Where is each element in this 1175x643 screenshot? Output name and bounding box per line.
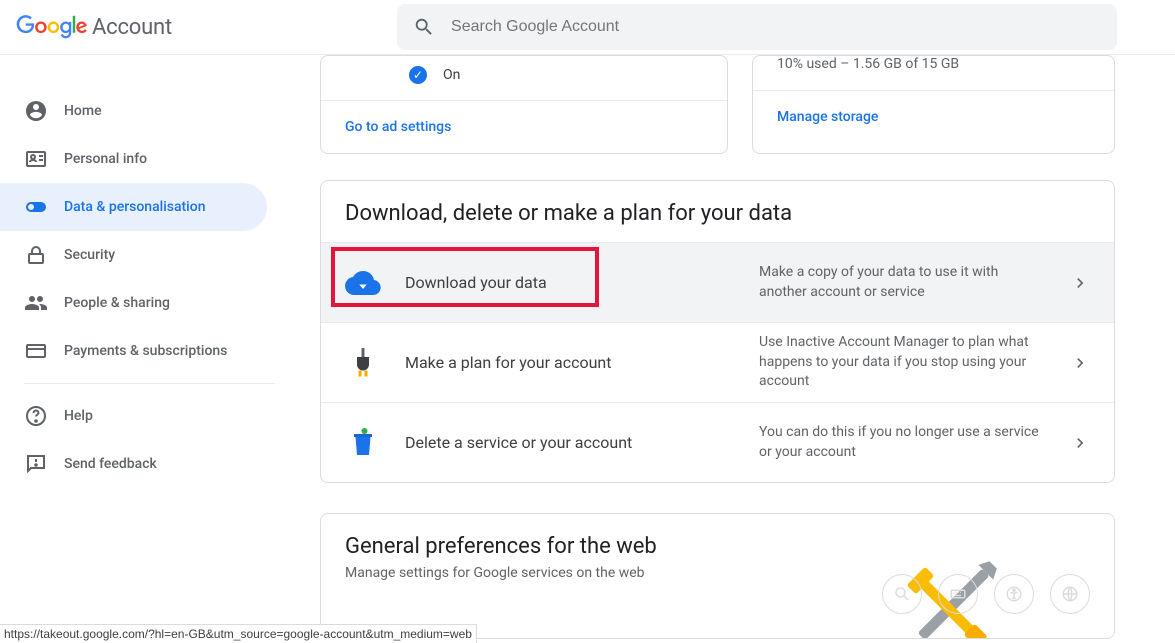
status-bar-url: https://takeout.google.com/?hl=en-GB&utm… (0, 624, 477, 643)
search-input[interactable] (451, 18, 1101, 36)
sidebar-item-label: People & sharing (64, 295, 170, 311)
credit-card-icon (24, 339, 48, 363)
sidebar-item-help[interactable]: Help (0, 392, 267, 440)
row-desc: Use Inactive Account Manager to plan wha… (759, 333, 1046, 392)
google-account-logo[interactable]: Account (16, 15, 172, 40)
sidebar-item-home[interactable]: Home (0, 87, 267, 135)
pref-accessibility-icon[interactable] (994, 574, 1034, 614)
plug-icon (345, 345, 381, 381)
lock-icon (24, 243, 48, 267)
trash-icon (345, 425, 381, 461)
chevron-right-icon (1070, 353, 1090, 373)
make-a-plan-row[interactable]: Make a plan for your account Use Inactiv… (321, 322, 1114, 402)
row-desc: Make a copy of your data to use it with … (759, 263, 1046, 302)
ad-settings-card: ✓ On Go to ad settings (320, 55, 728, 154)
sidebar-item-personal-info[interactable]: Personal info (0, 135, 267, 183)
pref-keyboard-icon[interactable] (938, 574, 978, 614)
storage-usage-text: 10% used – 1.56 GB of 15 GB (753, 56, 1114, 91)
sidebar-item-label: Security (64, 247, 115, 263)
manage-storage-link[interactable]: Manage storage (753, 91, 1114, 143)
sidebar-divider (24, 383, 275, 384)
sidebar-item-label: Home (64, 103, 102, 119)
person-circle-icon (24, 99, 48, 123)
id-card-icon (24, 147, 48, 171)
storage-card: 10% used – 1.56 GB of 15 GB Manage stora… (752, 55, 1115, 154)
sidebar-item-label: Data & personalisation (64, 199, 206, 215)
check-icon: ✓ (409, 66, 427, 84)
general-preferences-card: General preferences for the web Manage s… (320, 513, 1115, 639)
google-logo-icon (16, 15, 88, 39)
pref-search-icon[interactable] (882, 574, 922, 614)
on-status-label: On (443, 67, 460, 83)
sidebar-item-data-personalisation[interactable]: Data & personalisation (0, 183, 267, 231)
row-title: Download your data (405, 273, 735, 292)
sidebar-item-security[interactable]: Security (0, 231, 267, 279)
row-title: Make a plan for your account (405, 353, 735, 372)
ad-status-row: ✓ On (321, 56, 727, 101)
delete-service-row[interactable]: Delete a service or your account You can… (321, 402, 1114, 482)
sidebar-item-people-sharing[interactable]: People & sharing (0, 279, 267, 327)
search-box[interactable] (397, 4, 1117, 50)
sidebar-item-payments[interactable]: Payments & subscriptions (0, 327, 267, 375)
ad-settings-link[interactable]: Go to ad settings (321, 101, 727, 153)
row-desc: You can do this if you no longer use a s… (759, 423, 1046, 462)
section-title: Download, delete or make a plan for your… (345, 201, 1090, 226)
download-your-data-row[interactable]: Download your data Make a copy of your d… (321, 242, 1114, 322)
pref-globe-icon[interactable] (1050, 574, 1090, 614)
sidebar: Home Personal info Data & personalisatio… (0, 55, 275, 639)
feedback-icon (24, 452, 48, 476)
sidebar-item-label: Send feedback (64, 456, 157, 472)
search-icon (413, 16, 435, 38)
row-title: Delete a service or your account (405, 433, 735, 452)
sidebar-item-feedback[interactable]: Send feedback (0, 440, 267, 488)
cloud-download-icon (345, 265, 381, 301)
chevron-right-icon (1070, 273, 1090, 293)
toggle-icon (24, 195, 48, 219)
help-icon (24, 404, 48, 428)
main-content: ✓ On Go to ad settings 10% used – 1.56 G… (275, 55, 1115, 639)
sidebar-item-label: Payments & subscriptions (64, 343, 227, 359)
chevron-right-icon (1070, 433, 1090, 453)
sidebar-item-label: Personal info (64, 151, 147, 167)
sidebar-item-label: Help (64, 408, 93, 424)
people-icon (24, 291, 48, 315)
data-plan-section: Download, delete or make a plan for your… (320, 180, 1115, 483)
header: Account (0, 0, 1175, 55)
account-label: Account (92, 15, 172, 40)
